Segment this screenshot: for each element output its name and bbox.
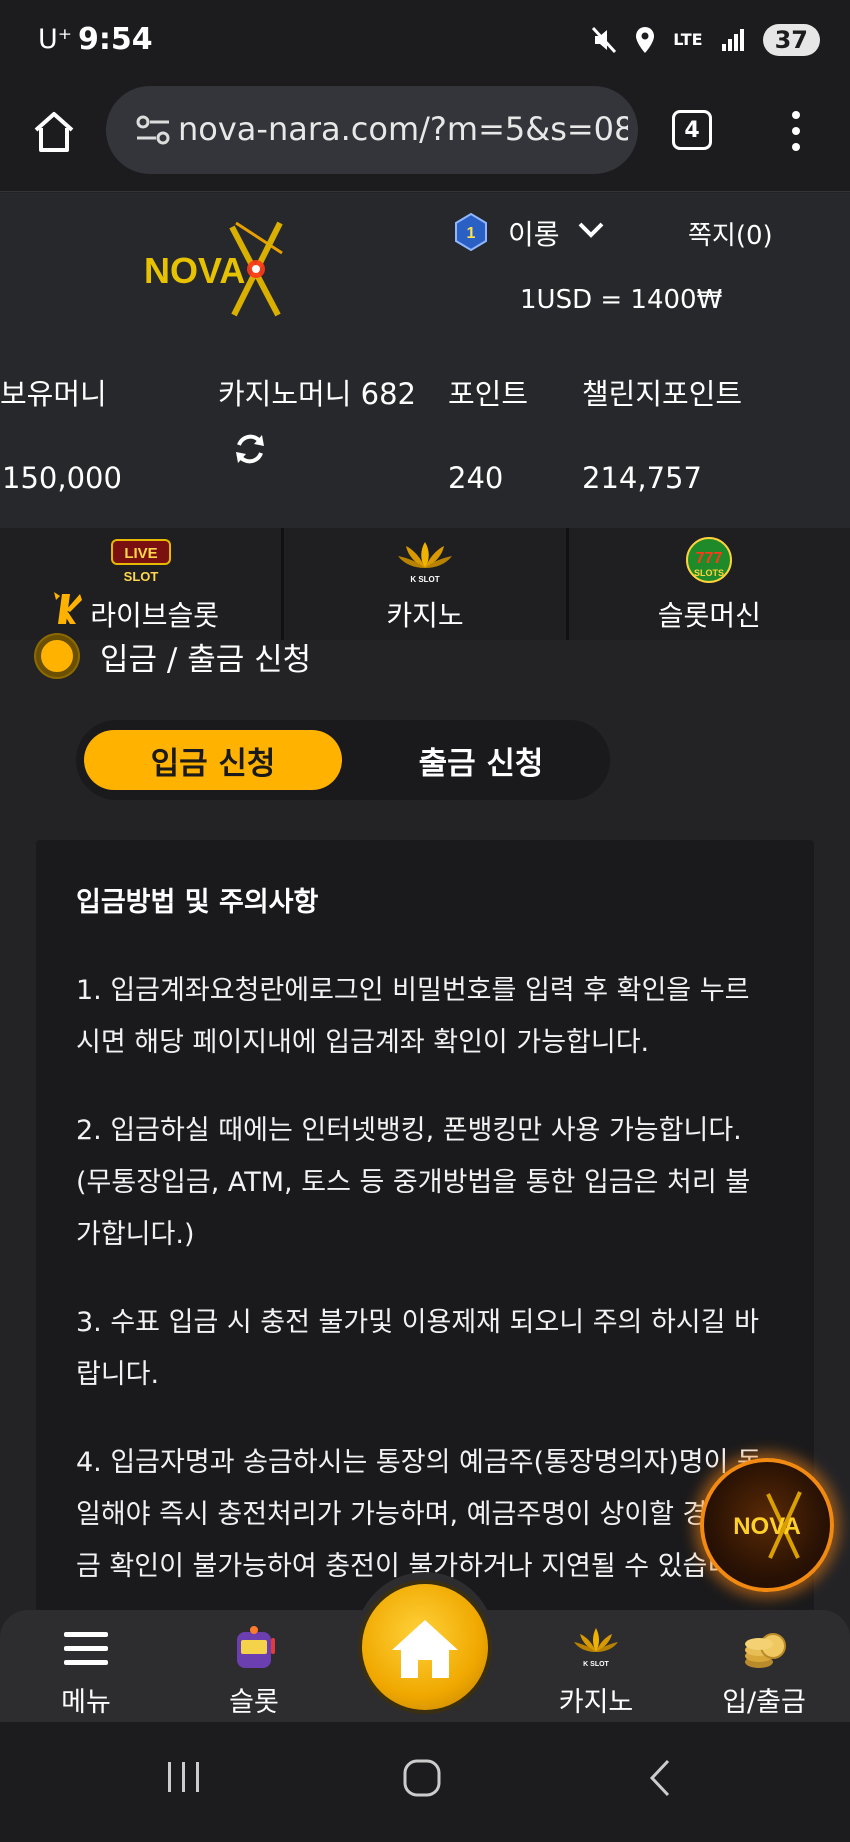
- recent-apps-icon[interactable]: [166, 1760, 202, 1794]
- level-badge-icon: 1: [455, 213, 487, 251]
- holding-money-label: 보유머니: [0, 377, 107, 411]
- withdraw-request-tab[interactable]: 출금 신청: [366, 730, 596, 790]
- chevron-down-icon[interactable]: [578, 221, 604, 239]
- tab-live-slot-label: 라이브슬롯: [90, 599, 220, 632]
- tab-live-slot[interactable]: LIVE SLOT 라이브슬롯: [0, 528, 285, 640]
- svg-text:K SLOT: K SLOT: [583, 1661, 609, 1668]
- nav-menu[interactable]: 메뉴: [16, 1622, 156, 1718]
- floating-nova-button[interactable]: NOVA: [700, 1458, 834, 1592]
- address-bar[interactable]: nova-nara.com/?m=5&s=08: [106, 86, 638, 174]
- nav-casino-label: 카지노: [558, 1687, 634, 1718]
- svg-text:K SLOT: K SLOT: [410, 575, 439, 584]
- url-text[interactable]: nova-nara.com/?m=5&s=08: [178, 110, 628, 148]
- deposit-request-tab[interactable]: 입금 신청: [84, 730, 342, 790]
- nav-slot-label: 슬롯: [229, 1687, 279, 1718]
- mute-icon: [592, 26, 617, 54]
- casino-lotus-icon: K SLOT: [574, 1628, 618, 1668]
- tab-switcher-button[interactable]: 4: [672, 110, 712, 150]
- menu-icon: [64, 1632, 108, 1665]
- site-settings-icon[interactable]: [136, 114, 170, 146]
- browser-home-icon[interactable]: [30, 108, 78, 156]
- network-label: LTE: [673, 30, 703, 49]
- messages-link[interactable]: 쪽지(0): [688, 215, 773, 252]
- home-icon: [392, 1620, 458, 1678]
- notice-title: 입금방법 및 주의사항: [76, 887, 319, 918]
- browser-toolbar: nova-nara.com/?m=5&s=08 4: [0, 80, 850, 192]
- notice-item: 1. 입금계좌요청란에로그인 비밀번호를 입력 후 확인을 누르시면 해당 페이…: [76, 975, 750, 1058]
- challenge-point-label: 챌린지포인트: [582, 377, 743, 411]
- challenge-point-value: 214,757: [582, 461, 702, 495]
- refresh-icon[interactable]: [232, 431, 268, 467]
- svg-text:NOVA: NOVA: [144, 250, 245, 291]
- section-title: 입금 / 출금 신청: [100, 641, 312, 678]
- point-label: 포인트: [448, 377, 529, 411]
- section-bullet-icon: [36, 635, 78, 677]
- more-options-icon[interactable]: [780, 110, 812, 152]
- tab-slot-machine[interactable]: 777 SLOTS 슬롯머신: [569, 528, 850, 640]
- k-slot-lotus-icon: K SLOT: [397, 542, 452, 584]
- nav-banking-label: 입/출금: [722, 1687, 806, 1718]
- status-icons: LTE 37: [591, 22, 820, 58]
- svg-text:777: 777: [696, 550, 723, 567]
- system-navigation-bar: [0, 1722, 850, 1842]
- live-slot-icon: LIVE SLOT: [110, 539, 171, 584]
- slot-machine-icon: [237, 1626, 275, 1668]
- point-value: 240: [448, 461, 504, 495]
- exchange-rate: 1USD = 1400₩: [520, 285, 723, 315]
- back-icon[interactable]: [646, 1758, 674, 1798]
- clock: 9:54: [78, 22, 153, 57]
- tab-casino[interactable]: K SLOT 카지노: [284, 528, 569, 640]
- status-bar: U⁺ 9:54 LTE 37: [0, 0, 850, 80]
- casino-money-label: 카지노머니 682: [218, 377, 416, 411]
- holding-money-value: 150,000: [2, 461, 122, 495]
- username[interactable]: 이롱: [508, 213, 560, 253]
- tab-slot-machine-label: 슬롯머신: [657, 599, 761, 632]
- system-home-icon[interactable]: [402, 1758, 442, 1798]
- nav-banking[interactable]: 입/출금: [694, 1622, 834, 1718]
- nova-logo-icon: NOVA: [733, 1491, 802, 1559]
- game-category-tabs: LIVE SLOT 라이브슬롯 K SLOT 카지노 777 SLOTS 슬롯머…: [0, 528, 850, 640]
- nav-menu-label: 메뉴: [61, 1687, 111, 1718]
- 777-slots-icon: 777 SLOTS: [686, 537, 733, 583]
- nav-slot[interactable]: 슬롯: [184, 1622, 324, 1718]
- svg-text:SLOTS: SLOTS: [694, 568, 724, 578]
- deposit-withdraw-toggle: 입금 신청 출금 신청: [76, 720, 610, 800]
- svg-text:LIVE: LIVE: [124, 545, 157, 562]
- notice-item: 2. 입금하실 때에는 인터넷뱅킹, 폰뱅킹만 사용 가능합니다.(무통장입금,…: [76, 1115, 751, 1250]
- site-home-button[interactable]: [362, 1584, 488, 1710]
- signal-icon: [721, 29, 744, 51]
- site-header: NOVA 1 이롱 쪽지(0) 1USD = 1400₩ 보유머니 150,00…: [0, 193, 850, 528]
- svg-text:SLOT: SLOT: [123, 569, 158, 584]
- tab-casino-label: 카지노: [386, 599, 464, 632]
- battery-level: 37: [762, 24, 820, 56]
- deposit-notice-panel: 입금방법 및 주의사항 1. 입금계좌요청란에로그인 비밀번호를 입력 후 확인…: [36, 840, 814, 1640]
- svg-text:1: 1: [467, 225, 476, 242]
- nova-logo[interactable]: NOVA: [140, 219, 320, 319]
- screen: U⁺ 9:54 LTE 37 nova-nara.com/?m=5&s=08 4…: [0, 0, 850, 1842]
- nav-casino[interactable]: K SLOT 카지노: [526, 1622, 666, 1718]
- notice-item: 4. 입금자명과 송금하시는 통장의 예금주(통장명의자)명이 동일해야 즉시 …: [76, 1447, 766, 1582]
- location-icon: [636, 27, 655, 53]
- coins-icon: [745, 1633, 786, 1668]
- carrier-label: U⁺: [38, 24, 73, 55]
- section-header: 입금 / 출금 신청: [36, 634, 311, 678]
- svg-text:NOVA: NOVA: [733, 1513, 801, 1540]
- notice-item: 3. 수표 입금 시 충전 불가및 이용제재 되오니 주의 하시길 바랍니다.: [76, 1307, 759, 1390]
